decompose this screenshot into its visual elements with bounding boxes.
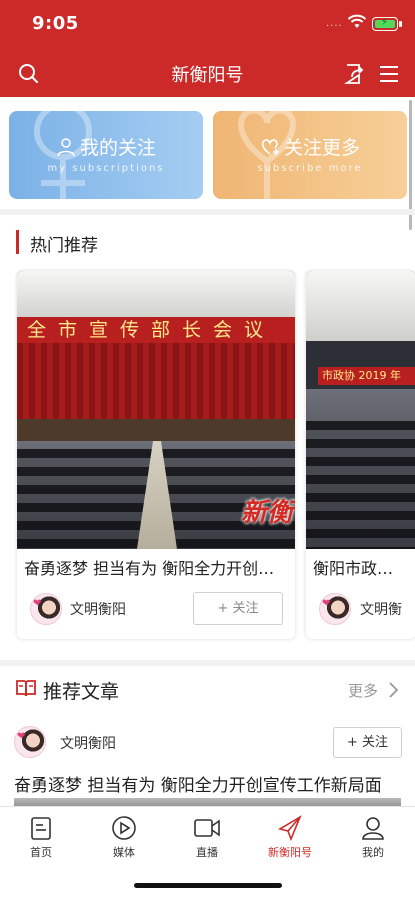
home-icon xyxy=(31,817,51,840)
play-icon xyxy=(112,816,136,840)
avatar[interactable]: ❤ xyxy=(14,726,46,758)
tab-media[interactable]: 媒体 xyxy=(94,815,154,860)
divider xyxy=(0,209,415,215)
book-icon xyxy=(16,680,36,697)
my-subscriptions-subtitle: my subscriptions xyxy=(47,163,165,174)
hot-card[interactable]: 市政协 2019 年 衡阳市政协… ❤ 文明衡 xyxy=(306,271,415,639)
hot-section-title: 热门推荐 xyxy=(30,236,98,256)
cellular-signal: ···· xyxy=(326,21,343,32)
author-name[interactable]: 文明衡阳 xyxy=(60,733,116,753)
subscribe-more-card[interactable]: 关注更多 subscribe more xyxy=(213,111,407,199)
tab-live[interactable]: 直播 xyxy=(177,815,237,860)
my-subscriptions-card[interactable]: 我的关注 my subscriptions xyxy=(9,111,203,199)
hot-card[interactable]: 全市宣传部长会议 新衡 奋勇逐梦 担当有为 衡阳全力开创… ❤ 文明衡阳 + 关… xyxy=(17,271,295,639)
hot-card-headline[interactable]: 奋勇逐梦 担当有为 衡阳全力开创… xyxy=(24,555,287,579)
article-photo: 市政协 2019 年 xyxy=(306,271,415,549)
follow-button[interactable]: + 关注 xyxy=(193,592,283,625)
app-header: 9:05 ···· ⚡ 新衡阳号 xyxy=(0,0,415,97)
subscribe-more-subtitle: subscribe more xyxy=(257,163,363,174)
article-photo: 全市宣传部长会议 新衡 xyxy=(17,271,295,549)
chevron-right-icon[interactable] xyxy=(386,681,400,699)
share-icon[interactable] xyxy=(342,61,368,87)
wifi-icon xyxy=(347,14,367,28)
battery-icon: ⚡ xyxy=(372,17,402,31)
user-icon xyxy=(362,817,384,840)
avatar[interactable]: ❤ xyxy=(30,593,62,625)
author-name[interactable]: 文明衡阳 xyxy=(70,599,126,619)
menu-icon[interactable] xyxy=(376,61,402,87)
heart-plus-icon xyxy=(261,139,279,155)
user-icon xyxy=(57,138,75,157)
paper-plane-icon xyxy=(277,815,302,841)
article-headline[interactable]: 奋勇逐梦 担当有为 衡阳全力开创宣传工作新局面 xyxy=(14,771,382,796)
follow-button[interactable]: + 关注 xyxy=(333,727,402,758)
recommend-section-title: 推荐文章 xyxy=(43,681,120,703)
tab-mine[interactable]: 我的 xyxy=(343,815,403,860)
avatar[interactable]: ❤ xyxy=(319,593,351,625)
tab-xinhengyang[interactable]: 新衡阳号 xyxy=(260,815,320,860)
tab-home[interactable]: 首页 xyxy=(11,815,71,860)
photo-banner-text: 市政协 2019 年 xyxy=(318,367,415,385)
my-subscriptions-title: 我的关注 xyxy=(9,133,203,160)
watermark-logo: 新衡 xyxy=(240,498,293,528)
section-accent-bar xyxy=(16,230,19,254)
more-link[interactable]: 更多 xyxy=(348,680,378,701)
video-camera-icon xyxy=(194,819,220,837)
status-time: 9:05 xyxy=(32,13,79,34)
author-name[interactable]: 文明衡 xyxy=(360,599,402,619)
hot-card-headline[interactable]: 衡阳市政协… xyxy=(313,555,408,579)
subscribe-more-title: 关注更多 xyxy=(213,133,407,160)
divider xyxy=(0,660,415,666)
photo-banner-text: 全市宣传部长会议 xyxy=(17,317,295,343)
home-indicator[interactable] xyxy=(134,883,282,888)
